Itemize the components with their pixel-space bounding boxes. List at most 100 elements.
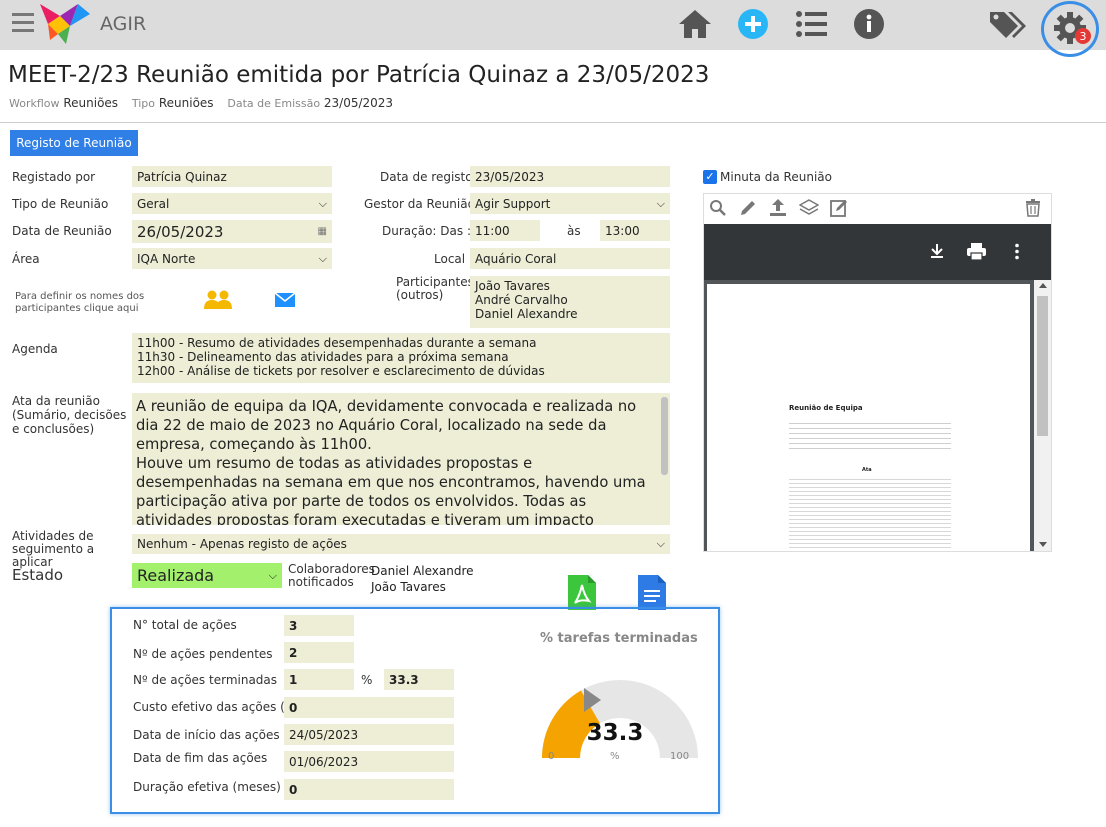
edit-document-icon[interactable] (829, 198, 849, 218)
scroll-thumb[interactable] (1037, 296, 1048, 436)
app-name: AGIR (100, 13, 147, 35)
search-icon[interactable] (709, 199, 727, 217)
notification-badge: 3 (1075, 28, 1091, 44)
total-acoes-value: 3 (284, 615, 354, 636)
acoes-terminadas-label: Nº de ações terminadas (133, 673, 278, 687)
data-reuniao-label: Data de Reunião (12, 224, 112, 238)
info-icon[interactable] (853, 8, 885, 40)
workflow-label: Workflow (9, 97, 60, 110)
agenda-label: Agenda (12, 342, 58, 356)
minuta-label: Minuta da Reunião (720, 170, 832, 184)
pdf-page-heading: Reunião de Equipa (789, 404, 863, 412)
pdf-viewer-toolbar (704, 224, 1051, 280)
list-icon[interactable] (795, 8, 829, 40)
email-icon[interactable] (274, 292, 296, 308)
pdf-page-fields (789, 419, 951, 451)
colaborador-item: João Tavares (371, 580, 446, 594)
more-vertical-icon[interactable] (1014, 243, 1020, 260)
scroll-up-arrow[interactable] (1039, 283, 1047, 288)
data-emissao-value: 23/05/2023 (323, 96, 394, 110)
participantes-outros-field[interactable]: João Tavares André Carvalho Daniel Alexa… (470, 276, 670, 328)
agir-logo (40, 4, 90, 44)
custo-label: Custo efetivo das ações (€) (133, 700, 298, 714)
document-icon[interactable] (638, 575, 666, 610)
chevron-down-icon: ⌵ (656, 196, 665, 210)
tipo-reuniao-value: Geral (137, 196, 170, 211)
trash-icon[interactable] (1025, 199, 1041, 217)
title-divider (0, 122, 1106, 123)
tipo-label: Tipo (131, 97, 156, 110)
chevron-down-icon: ⌵ (268, 568, 277, 582)
gauge-value: 33.3 (586, 720, 644, 746)
ata-text: A reunião de equipa da IQA, devidamente … (136, 398, 646, 525)
menu-icon[interactable] (12, 13, 34, 33)
agenda-line: 11h00 - Resumo de atividades desempenhad… (137, 336, 537, 350)
page-meta: Workflow Reuniões Tipo Reuniões Data de … (9, 96, 393, 110)
print-icon[interactable] (967, 243, 986, 260)
data-reuniao-value: 26/05/2023 (137, 222, 224, 241)
pct-value: 33.3 (384, 669, 454, 690)
registado-por-field[interactable]: Patrícia Quinaz (132, 166, 332, 187)
duracao-from-field[interactable]: 11:00 (470, 220, 540, 241)
workflow-value: Reuniões (63, 96, 119, 110)
gauge-title: % tarefas terminadas (540, 631, 698, 646)
upload-icon[interactable] (768, 197, 788, 217)
data-registo-field[interactable]: 23/05/2023 (470, 166, 670, 187)
tags-icon[interactable] (988, 8, 1028, 40)
gauge-unit: % (610, 751, 620, 762)
gauge-chart (542, 680, 698, 758)
atividades-label: Atividades de seguimento a aplicar (12, 529, 95, 569)
data-fim-label: Data de fim das ações (133, 751, 268, 765)
data-reuniao-field[interactable]: 26/05/2023 ▦ (132, 220, 332, 243)
minuta-checkbox[interactable]: ✓ (703, 170, 717, 184)
users-icon[interactable] (204, 290, 232, 310)
estado-select[interactable]: Realizada ⌵ (132, 563, 282, 588)
data-fim-value: 01/06/2023 (284, 751, 454, 772)
ata-scrollbar[interactable] (661, 397, 668, 475)
colaboradores-label: Colaboradores notificados (288, 562, 375, 589)
atividades-select[interactable]: Nenhum - Apenas registo de ações ⌵ (132, 534, 670, 554)
area-label: Área (12, 252, 40, 266)
duracao-to-field[interactable]: 13:00 (600, 220, 670, 241)
local-field[interactable]: Aquário Coral (470, 248, 670, 269)
participantes-outros-label: Participantes (outros) (396, 275, 474, 302)
pencil-icon[interactable] (739, 199, 757, 217)
tipo-reuniao-select[interactable]: Geral ⌵ (132, 193, 332, 214)
participantes-hint[interactable]: Para definir os nomes dos participantes … (15, 291, 195, 315)
tipo-value: Reuniões (158, 96, 214, 110)
participante-item: João Tavares (475, 279, 550, 293)
calendar-icon[interactable]: ▦ (318, 226, 327, 237)
gestor-select[interactable]: Agir Support ⌵ (470, 193, 670, 214)
tab-registo-reuniao[interactable]: Registo de Reunião (10, 130, 138, 156)
acoes-pendentes-value: 2 (284, 642, 354, 663)
ata-textarea[interactable]: A reunião de equipa da IQA, devidamente … (132, 393, 670, 525)
duracao-label: Duração: Das : (382, 224, 471, 238)
home-icon[interactable] (677, 8, 713, 40)
data-inicio-value: 24/05/2023 (284, 724, 454, 745)
colaborador-item: Daniel Alexandre (371, 564, 474, 578)
add-icon[interactable] (737, 8, 769, 40)
tipo-reuniao-label: Tipo de Reunião (12, 197, 109, 211)
area-value: IQA Norte (137, 251, 196, 266)
duracao-efetiva-label: Duração efetiva (meses) (133, 780, 281, 794)
download-icon[interactable] (929, 243, 945, 259)
pdf-page-body (789, 476, 951, 551)
layers-icon[interactable] (799, 198, 819, 218)
settings-button[interactable]: 3 (1041, 1, 1099, 57)
participante-item: Daniel Alexandre (475, 307, 578, 321)
chevron-down-icon: ⌵ (656, 537, 665, 550)
agenda-field[interactable]: 11h00 - Resumo de atividades desempenhad… (132, 333, 670, 383)
gestor-value: Agir Support (475, 196, 551, 211)
pdf-page: Reunião de Equipa Ata (707, 284, 1030, 551)
pct-label: % (361, 673, 373, 687)
pdf-scrollbar[interactable] (1034, 280, 1051, 551)
gauge-max: 100 (670, 751, 690, 762)
local-label: Local (434, 252, 466, 266)
estado-label: Estado (12, 566, 64, 584)
top-bar (0, 0, 1106, 50)
ata-label: Ata da reunião (Sumário, decisões e conc… (12, 394, 127, 436)
registado-por-label: Registado por (12, 170, 96, 184)
pdf-icon[interactable] (568, 575, 596, 610)
scroll-down-arrow[interactable] (1039, 542, 1047, 547)
area-select[interactable]: IQA Norte ⌵ (132, 248, 332, 269)
